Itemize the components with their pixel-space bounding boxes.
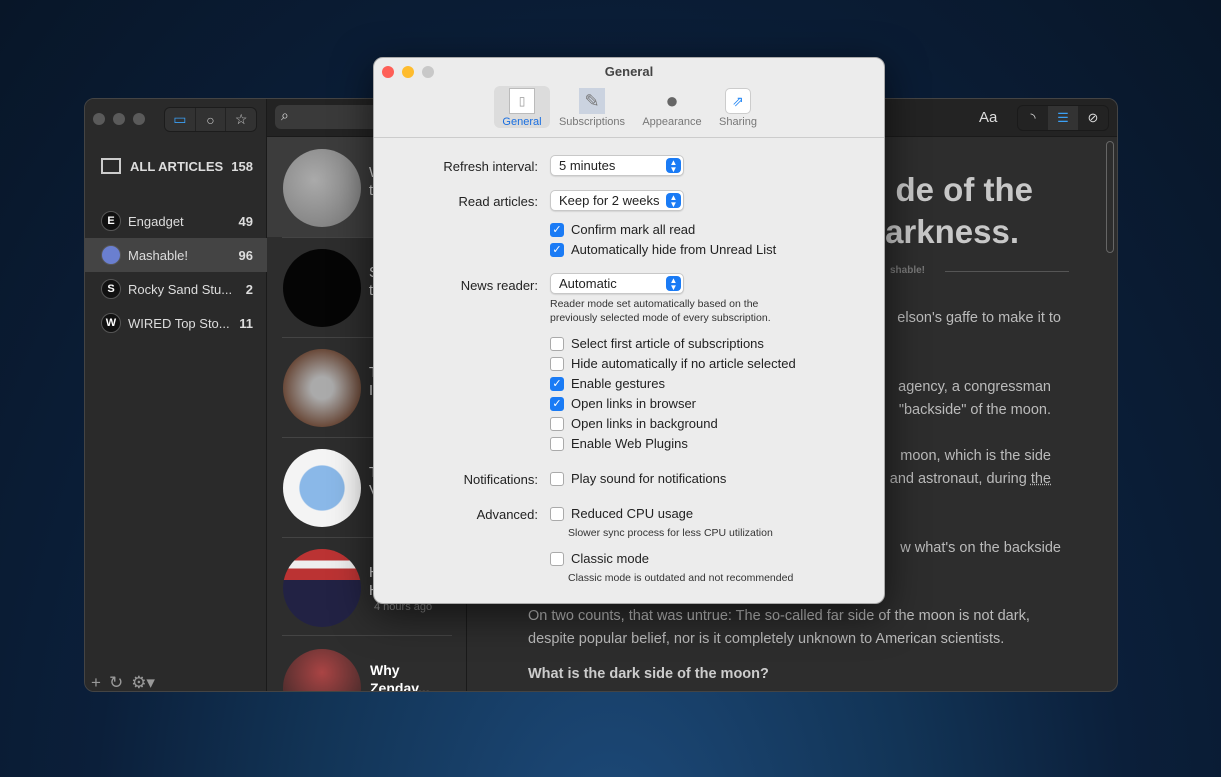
switch-icon: ▯	[509, 88, 535, 114]
engadget-icon: E	[101, 211, 121, 231]
gear-icon[interactable]: ⚙▾	[131, 673, 155, 691]
sidebar: ▭ ○ ☆ ALL ARTICLES 158 E Engadget 49 Mash…	[85, 99, 267, 691]
sidebar-item-all-articles[interactable]: ALL ARTICLES 158	[85, 149, 267, 183]
filter-segment: ▭ ○ ☆	[164, 107, 257, 132]
sidebar-item-mashable[interactable]: Mashable! 96	[85, 238, 267, 272]
option-checkbox[interactable]: Enable Web Plugins	[550, 436, 688, 451]
sidebar-item-rocky-sand[interactable]: S Rocky Sand Stu... 2	[85, 272, 267, 306]
checkbox-box: ✓	[550, 376, 564, 391]
option-checkbox[interactable]: Hide automatically if no article selecte…	[550, 356, 796, 371]
tab-appearance[interactable]: ● Appearance	[636, 86, 708, 128]
moon-thumbnail	[283, 149, 361, 227]
checkbox-box	[550, 436, 564, 451]
refresh-icon[interactable]: ↻	[109, 673, 123, 691]
option-checkbox[interactable]: Select first article of subscriptions	[550, 336, 764, 351]
rss-icon[interactable]: ◝	[1018, 106, 1048, 130]
confirm-mark-read-checkbox[interactable]: ✓ Confirm mark all read	[550, 222, 695, 237]
checkbox-box	[550, 416, 564, 431]
wired-icon: W	[101, 313, 121, 333]
play-sound-checkbox[interactable]: Play sound for notifications	[550, 471, 726, 486]
reduced-cpu-checkbox[interactable]: Reduced CPU usage	[550, 506, 693, 521]
checkbox-box: ✓	[550, 396, 564, 411]
chevron-updown-icon: ▲ ▼	[666, 158, 681, 174]
dialog-title: General	[604, 64, 654, 79]
tab-subscriptions[interactable]: ✎ Subscriptions	[556, 86, 628, 128]
share-icon: ⇗	[725, 88, 751, 114]
close-button[interactable]	[93, 113, 105, 125]
auto-hide-checkbox[interactable]: ✓ Automatically hide from Unread List	[550, 242, 776, 257]
compass-icon[interactable]: ⊘	[1078, 106, 1108, 130]
article-link[interactable]: the	[1031, 471, 1051, 487]
checkmark-icon: ✓	[550, 222, 564, 237]
add-icon[interactable]: +	[91, 673, 101, 691]
refresh-interval-select[interactable]: 5 minutes ▲ ▼	[550, 155, 684, 176]
archive-box-icon	[101, 158, 121, 174]
checkmark-icon: ✓	[550, 242, 564, 257]
read-articles-select[interactable]: Keep for 2 weeks ▲ ▼	[550, 190, 684, 211]
pen-icon: ✎	[579, 88, 605, 114]
preferences-dialog: General ▯ General ✎ Subscriptions ● Appeara…	[373, 57, 885, 604]
laptop-thumbnail	[283, 349, 361, 427]
star-icon[interactable]: ☆	[226, 108, 256, 131]
article-title[interactable]: Why Zendav...	[370, 661, 440, 691]
minimize-button[interactable]	[113, 113, 125, 125]
tab-sharing[interactable]: ⇗ Sharing	[710, 86, 766, 128]
option-checkbox[interactable]: ✓ Enable gestures	[550, 376, 665, 391]
flag-thumbnail	[283, 549, 361, 627]
option-checkbox[interactable]: ✓ Open links in browser	[550, 396, 696, 411]
zoom-button[interactable]	[133, 113, 145, 125]
news-reader-select[interactable]: Automatic ▲ ▼	[550, 273, 684, 294]
sidebar-item-wired[interactable]: W WIRED Top Sto... 11	[85, 306, 267, 340]
tab-general[interactable]: ▯ General	[494, 86, 550, 128]
classic-mode-checkbox[interactable]: Classic mode	[550, 551, 649, 566]
scrollbar[interactable]	[1106, 141, 1114, 253]
checkbox-box	[550, 356, 564, 371]
unread-circle-icon[interactable]: ○	[196, 108, 227, 131]
appearance-icon: ●	[665, 88, 679, 113]
desk-thumbnail	[283, 449, 361, 527]
globe-icon	[101, 245, 121, 265]
checkbox-box	[550, 336, 564, 351]
chevron-updown-icon: ▲ ▼	[666, 276, 681, 292]
rocky-sand-icon: S	[101, 279, 121, 299]
archive-icon[interactable]: ▭	[165, 108, 196, 131]
space-thumbnail	[283, 249, 361, 327]
sidebar-item-engadget[interactable]: E Engadget 49	[85, 204, 267, 238]
reader-mode-icon[interactable]: ☰	[1048, 106, 1078, 130]
person-thumbnail	[283, 649, 361, 691]
font-size-button[interactable]: Aa	[979, 109, 997, 126]
chevron-updown-icon: ▲ ▼	[666, 193, 681, 209]
option-checkbox[interactable]: Open links in background	[550, 416, 718, 431]
search-icon: ⌕	[281, 107, 289, 123]
